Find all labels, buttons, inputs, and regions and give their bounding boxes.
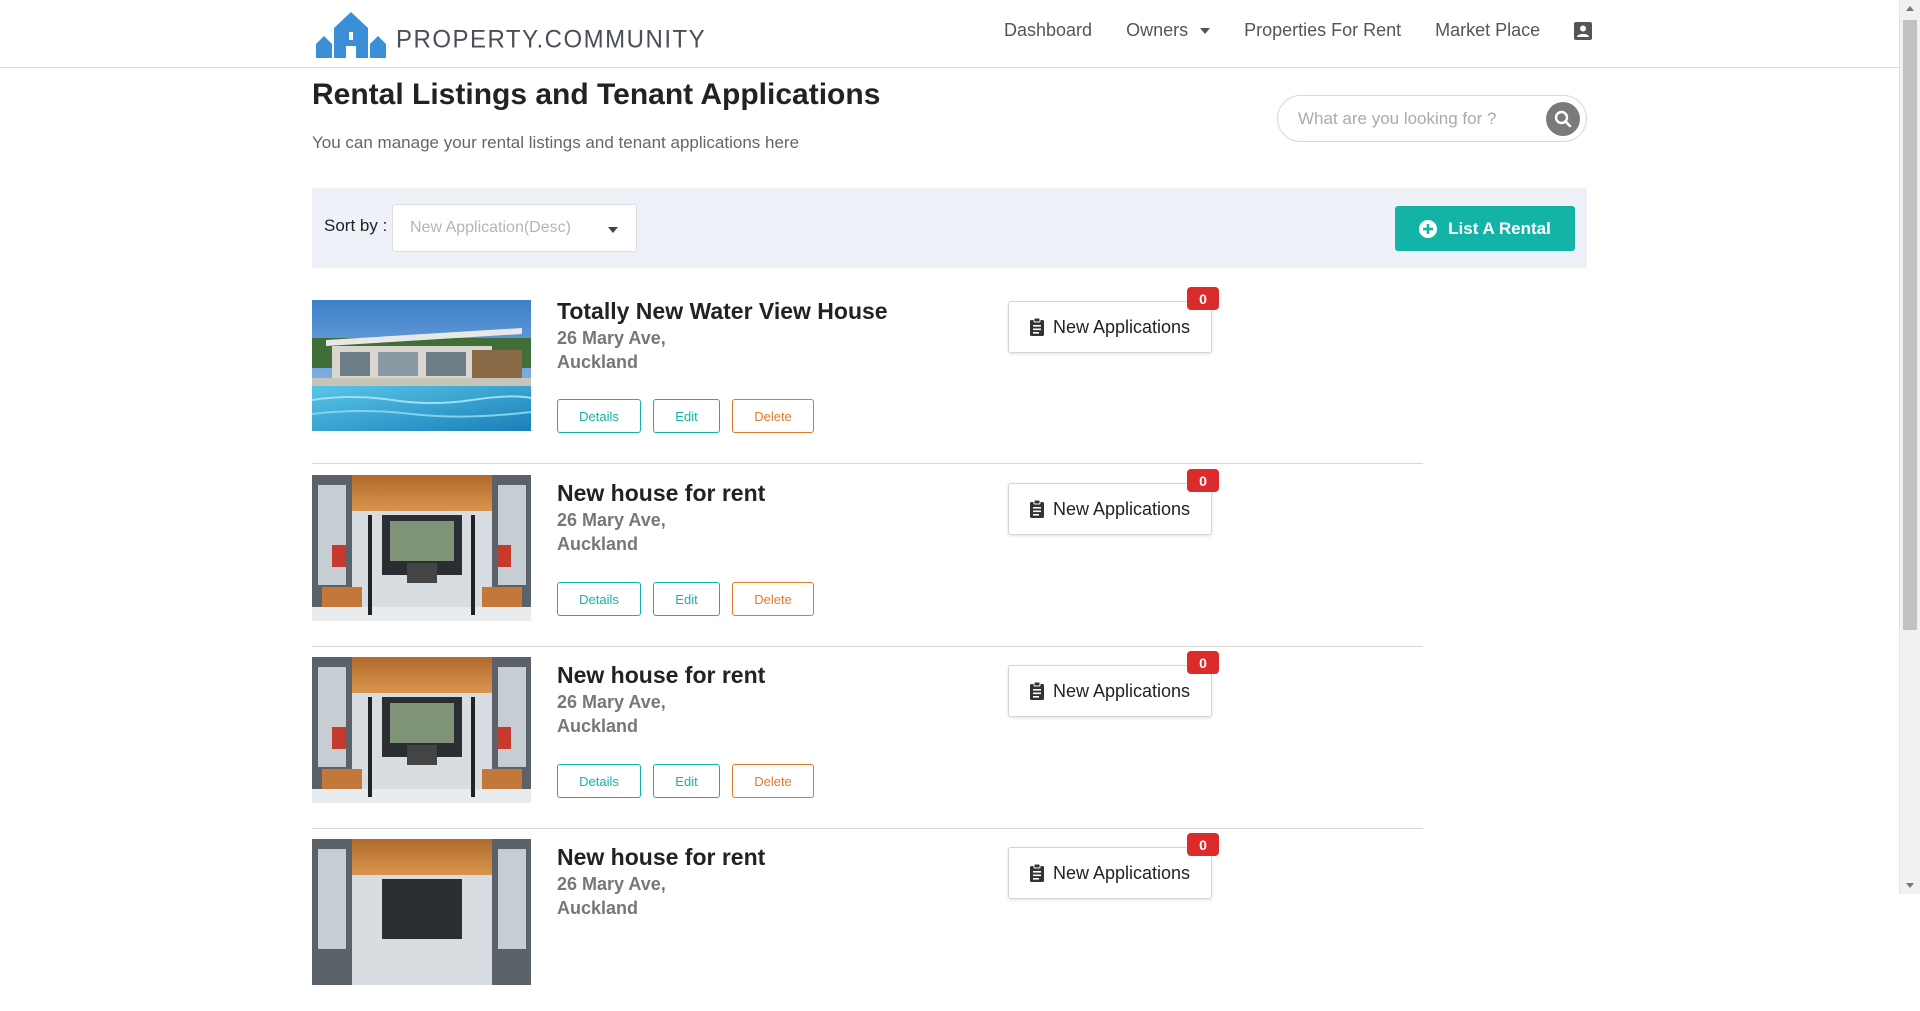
sort-selected-value: New Application(Desc) — [410, 219, 571, 236]
plus-circle-icon — [1419, 219, 1438, 238]
delete-button[interactable]: Delete — [732, 764, 814, 798]
applications-count-badge: 0 — [1187, 651, 1219, 674]
caret-down-icon — [1200, 27, 1211, 34]
list-a-rental-label: List A Rental — [1448, 218, 1551, 238]
page-subtitle: You can manage your rental listings and … — [312, 133, 800, 152]
applications-count-badge: 0 — [1187, 833, 1219, 856]
search-input[interactable] — [1296, 106, 1536, 132]
listing-card: Totally New Water View House 26 Mary Ave… — [312, 282, 1423, 464]
house-logo-icon — [316, 12, 386, 58]
listing-toolbar: Sort by : New Application(Desc) List A R… — [312, 188, 1587, 268]
list-a-rental-button[interactable]: List A Rental — [1395, 206, 1575, 251]
details-button[interactable]: Details — [557, 764, 641, 798]
listing-thumbnail[interactable] — [312, 300, 531, 431]
nav-dashboard-label: Dashboard — [1004, 20, 1093, 40]
clipboard-icon — [1029, 500, 1044, 518]
listing-title[interactable]: New house for rent — [557, 662, 765, 689]
listing-actions: Details Edit Delete — [557, 399, 826, 433]
nav-market-label: Market Place — [1435, 20, 1541, 40]
new-applications-label: New Applications — [1052, 680, 1191, 701]
applications-count-badge: 0 — [1187, 469, 1219, 492]
details-button[interactable]: Details — [557, 399, 641, 433]
address-line-1: 26 Mary Ave, — [557, 510, 666, 530]
top-navbar: PROPERTY.COMMUNITY Dashboard Owners Prop… — [0, 0, 1899, 68]
address-line-2: Auckland — [557, 534, 639, 554]
address-line-2: Auckland — [557, 898, 639, 918]
listing-card: New house for rent 26 Mary Ave, Auckland… — [312, 829, 1423, 1011]
scroll-down-arrow-icon[interactable] — [1906, 883, 1914, 888]
account-box-icon[interactable] — [1574, 21, 1593, 40]
page-title: Rental Listings and Tenant Applications — [312, 78, 881, 111]
address-line-2: Auckland — [557, 716, 639, 736]
details-button[interactable]: Details — [557, 582, 641, 616]
new-applications-label: New Applications — [1052, 498, 1191, 519]
listing-address: 26 Mary Ave, Auckland — [557, 872, 666, 920]
address-line-2: Auckland — [557, 352, 639, 372]
applications-count-badge: 0 — [1187, 287, 1219, 310]
page-scrollbar[interactable] — [1899, 0, 1920, 894]
new-applications-button[interactable]: New Applications — [1008, 301, 1212, 353]
edit-button[interactable]: Edit — [653, 399, 720, 433]
listing-thumbnail[interactable] — [312, 657, 531, 803]
listing-card: New house for rent 26 Mary Ave, Auckland… — [312, 465, 1423, 647]
new-applications-label: New Applications — [1052, 316, 1191, 337]
delete-button[interactable]: Delete — [732, 399, 814, 433]
listing-card: New house for rent 26 Mary Ave, Auckland… — [312, 647, 1423, 829]
edit-button[interactable]: Edit — [653, 764, 720, 798]
nav-owners-label: Owners — [1126, 20, 1189, 40]
nav-dashboard[interactable]: Dashboard — [1004, 20, 1092, 41]
nav-properties-for-rent[interactable]: Properties For Rent — [1244, 20, 1401, 41]
listing-address: 26 Mary Ave, Auckland — [557, 326, 666, 374]
listing-thumbnail[interactable] — [312, 839, 531, 985]
clipboard-icon — [1029, 318, 1044, 336]
search-button[interactable] — [1546, 102, 1580, 136]
listing-actions: Details Edit Delete — [557, 764, 826, 798]
nav-market-place[interactable]: Market Place — [1435, 20, 1540, 41]
address-line-1: 26 Mary Ave, — [557, 328, 666, 348]
listing-address: 26 Mary Ave, Auckland — [557, 690, 666, 738]
sort-label: Sort by : — [324, 216, 388, 235]
address-line-1: 26 Mary Ave, — [557, 692, 666, 712]
scrollbar-thumb[interactable] — [1903, 20, 1917, 630]
new-applications-label: New Applications — [1052, 862, 1191, 883]
listing-title[interactable]: New house for rent — [557, 844, 765, 871]
caret-down-icon — [608, 227, 618, 233]
brand-logo[interactable]: PROPERTY.COMMUNITY — [316, 6, 706, 58]
brand-name: PROPERTY.COMMUNITY — [396, 25, 707, 54]
sort-select[interactable]: New Application(Desc) — [392, 204, 637, 252]
new-applications-button[interactable]: New Applications — [1008, 847, 1212, 899]
nav-owners[interactable]: Owners — [1126, 20, 1211, 41]
clipboard-icon — [1029, 864, 1044, 882]
search-icon — [1554, 110, 1572, 128]
main-nav: Dashboard Owners Properties For Rent Mar… — [1004, 20, 1593, 41]
delete-button[interactable]: Delete — [732, 582, 814, 616]
clipboard-icon — [1029, 682, 1044, 700]
listing-title[interactable]: Totally New Water View House — [557, 298, 888, 325]
new-applications-button[interactable]: New Applications — [1008, 665, 1212, 717]
listing-title[interactable]: New house for rent — [557, 480, 765, 507]
scroll-up-arrow-icon[interactable] — [1906, 6, 1914, 11]
listing-address: 26 Mary Ave, Auckland — [557, 508, 666, 556]
address-line-1: 26 Mary Ave, — [557, 874, 666, 894]
new-applications-button[interactable]: New Applications — [1008, 483, 1212, 535]
nav-properties-label: Properties For Rent — [1244, 20, 1402, 40]
listing-thumbnail[interactable] — [312, 475, 531, 621]
listing-actions: Details Edit Delete — [557, 582, 826, 616]
edit-button[interactable]: Edit — [653, 582, 720, 616]
search-box — [1277, 95, 1587, 142]
